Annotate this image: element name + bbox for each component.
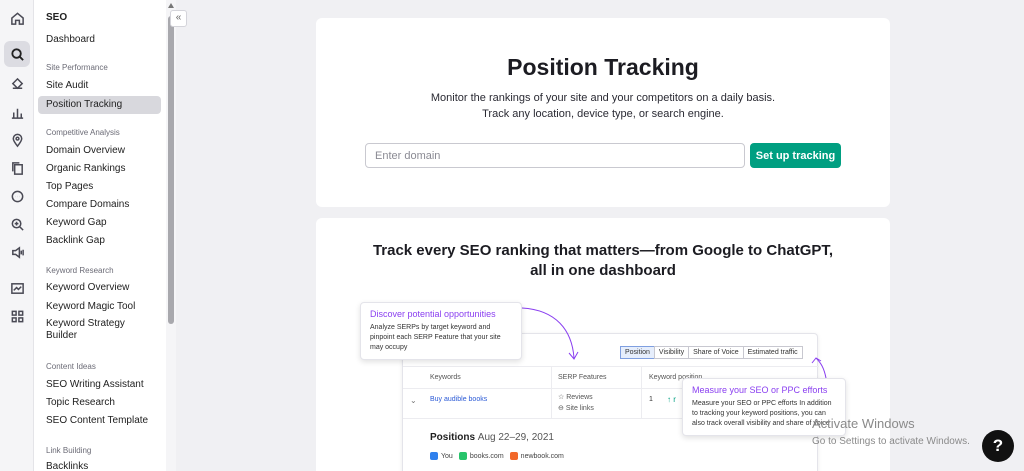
tip-discover-opportunities: Discover potential opportunities Analyze… — [360, 302, 522, 360]
mock-positions-label: Positions — [430, 432, 476, 443]
mock-feature-site-links: ⊖ Site links — [558, 405, 594, 412]
sidebar-item-backlinks[interactable]: Backlinks — [38, 458, 161, 471]
mock-legend: You books.com newbook.com — [430, 452, 564, 460]
promo-card: Track every SEO ranking that matters—fro… — [316, 218, 890, 471]
activate-windows-subtitle: Go to Settings to activate Windows. — [812, 436, 970, 447]
apps-icon[interactable] — [6, 305, 28, 327]
trends-icon[interactable] — [6, 277, 28, 299]
sidebar-item-seo-writing-assistant[interactable]: SEO Writing Assistant — [38, 376, 161, 394]
mock-tab-visibility: Visibility — [653, 346, 690, 359]
sidebar-item-keyword-magic-tool[interactable]: Keyword Magic Tool — [38, 298, 161, 316]
collapse-sidebar-button[interactable]: « — [170, 10, 187, 27]
sidebar-item-domain-overview[interactable]: Domain Overview — [38, 142, 161, 160]
location-icon[interactable] — [6, 129, 28, 151]
ai-icon[interactable] — [6, 213, 28, 235]
mock-tab-position: Position — [620, 346, 655, 359]
expand-chevron-icon: ⌄ — [410, 396, 417, 405]
mock-column-serp-features: SERP Features — [558, 374, 607, 381]
sidebar-item-compare-domains[interactable]: Compare Domains — [38, 196, 161, 214]
ads-icon[interactable] — [6, 241, 28, 263]
scroll-thumb[interactable] — [168, 16, 174, 324]
scroll-up-icon[interactable] — [168, 3, 174, 8]
legend-books: books.com — [469, 452, 504, 460]
page-title: Position Tracking — [507, 54, 699, 80]
help-button[interactable]: ? — [982, 430, 1014, 462]
mock-tabs: Position Visibility Share of Voice Estim… — [620, 346, 803, 359]
mock-feature-reviews: ☆ Reviews — [558, 394, 593, 401]
position-tracking-card: Position Tracking Monitor the rankings o… — [316, 18, 890, 207]
legend-checkbox-icon — [509, 452, 518, 460]
sidebar-title: SEO — [46, 12, 68, 23]
divider — [403, 366, 819, 367]
tip-body: Analyze SERPs by target keyword and pinp… — [370, 324, 501, 351]
page-subtitle-line2: Track any location, device type, or sear… — [482, 108, 724, 120]
tip-title: Measure your SEO or PPC efforts — [692, 385, 828, 395]
legend-checkbox-icon — [458, 452, 467, 460]
sidebar-item-topic-research[interactable]: Topic Research — [38, 394, 161, 412]
seo-icon[interactable] — [4, 41, 30, 67]
sidebar-item-top-pages[interactable]: Top Pages — [38, 178, 161, 196]
mock-positions-dates: Aug 22–29, 2021 — [477, 432, 554, 443]
sidebar-item-site-audit[interactable]: Site Audit — [38, 77, 161, 95]
domain-input[interactable] — [365, 143, 745, 168]
section-keyword-research: Keyword Research — [46, 266, 114, 275]
sidebar-item-keyword-overview[interactable]: Keyword Overview — [38, 279, 161, 297]
sidebar-item-dashboard[interactable]: Dashboard — [38, 31, 161, 49]
local-icon[interactable] — [6, 73, 28, 95]
sidebar-item-keyword-strategy-builder[interactable]: Keyword Strategy Builder — [38, 316, 138, 342]
mock-position-value: 1 — [649, 396, 653, 403]
mock-feature-label: Site links — [565, 405, 594, 412]
promo-heading-line2: all in one dashboard — [530, 262, 676, 279]
divider — [551, 366, 552, 418]
sidebar-item-keyword-gap[interactable]: Keyword Gap — [38, 214, 161, 232]
mock-column-keywords: Keywords — [430, 374, 461, 381]
sidebar-item-backlink-gap[interactable]: Backlink Gap — [38, 232, 161, 250]
mock-positions-heading: Positions Aug 22–29, 2021 — [430, 432, 554, 443]
mock-feature-label: Reviews — [566, 394, 593, 401]
up-arrow-icon: ↑ r — [667, 395, 676, 404]
sidebar-scrollbar[interactable] — [166, 0, 176, 471]
mock-position-tail: r — [673, 395, 676, 404]
activate-windows-title: Activate Windows — [812, 416, 915, 431]
sidebar-item-seo-content-template[interactable]: SEO Content Template — [38, 412, 161, 430]
chat-icon[interactable] — [6, 185, 28, 207]
sidebar-item-position-tracking[interactable]: Position Tracking — [38, 96, 161, 114]
icon-rail — [0, 0, 34, 471]
seo-sidebar: SEO Dashboard Site Performance Site Audi… — [34, 0, 166, 471]
section-content-ideas: Content Ideas — [46, 362, 96, 371]
mock-tab-share-of-voice: Share of Voice — [688, 346, 744, 359]
promo-heading-line1: Track every SEO ranking that matters—fro… — [372, 242, 834, 259]
legend-checkbox-icon — [430, 452, 438, 460]
home-icon[interactable] — [6, 7, 28, 29]
divider — [641, 366, 642, 418]
section-link-building: Link Building — [46, 446, 92, 455]
set-up-tracking-button[interactable]: Set up tracking — [750, 143, 841, 168]
section-site-performance: Site Performance — [46, 63, 108, 72]
mock-keyword: Buy audible books — [430, 396, 488, 403]
tip-title: Discover potential opportunities — [370, 309, 496, 319]
legend-you: You — [441, 452, 453, 460]
legend-newbook: newbook.com — [520, 452, 564, 460]
section-competitive-analysis: Competitive Analysis — [46, 128, 120, 137]
mock-tab-estimated-traffic: Estimated traffic — [742, 346, 803, 359]
content-icon[interactable] — [6, 157, 28, 179]
sidebar-item-organic-rankings[interactable]: Organic Rankings — [38, 160, 161, 178]
chart-icon[interactable] — [6, 101, 28, 123]
page-subtitle-line1: Monitor the rankings of your site and yo… — [430, 92, 776, 104]
